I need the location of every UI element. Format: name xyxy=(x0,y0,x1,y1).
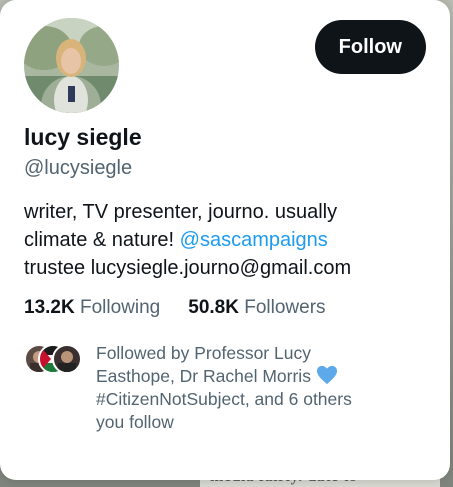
followed-by-others: #CitizenNotSubject, and 6 others you fol… xyxy=(96,389,352,432)
followed-by-row[interactable]: Followed by Professor Lucy Easthope, Dr … xyxy=(24,342,426,434)
following-count: 13.2K xyxy=(24,297,75,318)
blue-heart-icon xyxy=(316,365,337,385)
following-stat[interactable]: 13.2K Following xyxy=(24,296,160,320)
profile-photo-icon xyxy=(24,18,119,113)
followed-by-names: Followed by Professor Lucy Easthope, Dr … xyxy=(96,343,311,386)
display-name[interactable]: lucy siegle xyxy=(24,123,426,151)
followed-by-text: Followed by Professor Lucy Easthope, Dr … xyxy=(96,342,376,434)
followers-stat[interactable]: 50.8K Followers xyxy=(188,296,325,320)
followers-count: 50.8K xyxy=(188,297,239,318)
followers-label: Followers xyxy=(244,297,326,318)
profile-bio: writer, TV presenter, journo. usually cl… xyxy=(24,198,426,282)
mutual-followers-avatars xyxy=(24,344,84,374)
bio-line-3: trustee lucysiegle.journo@gmail.com xyxy=(24,257,352,279)
follow-stats: 13.2K Following 50.8K Followers xyxy=(24,296,426,320)
bio-mention-link[interactable]: @sascampaigns xyxy=(180,229,328,251)
bio-line-2: climate & nature! xyxy=(24,229,175,251)
follow-button[interactable]: Follow xyxy=(314,20,426,74)
username-handle[interactable]: @lucysiegle xyxy=(24,156,426,180)
avatar[interactable] xyxy=(24,18,119,113)
profile-hover-card: Follow lucy siegle @lucysiegle writer, T… xyxy=(0,0,450,480)
bio-line-1: writer, TV presenter, journo. usually xyxy=(24,201,338,223)
following-label: Following xyxy=(79,297,161,318)
mutual-avatar-3 xyxy=(52,344,82,374)
